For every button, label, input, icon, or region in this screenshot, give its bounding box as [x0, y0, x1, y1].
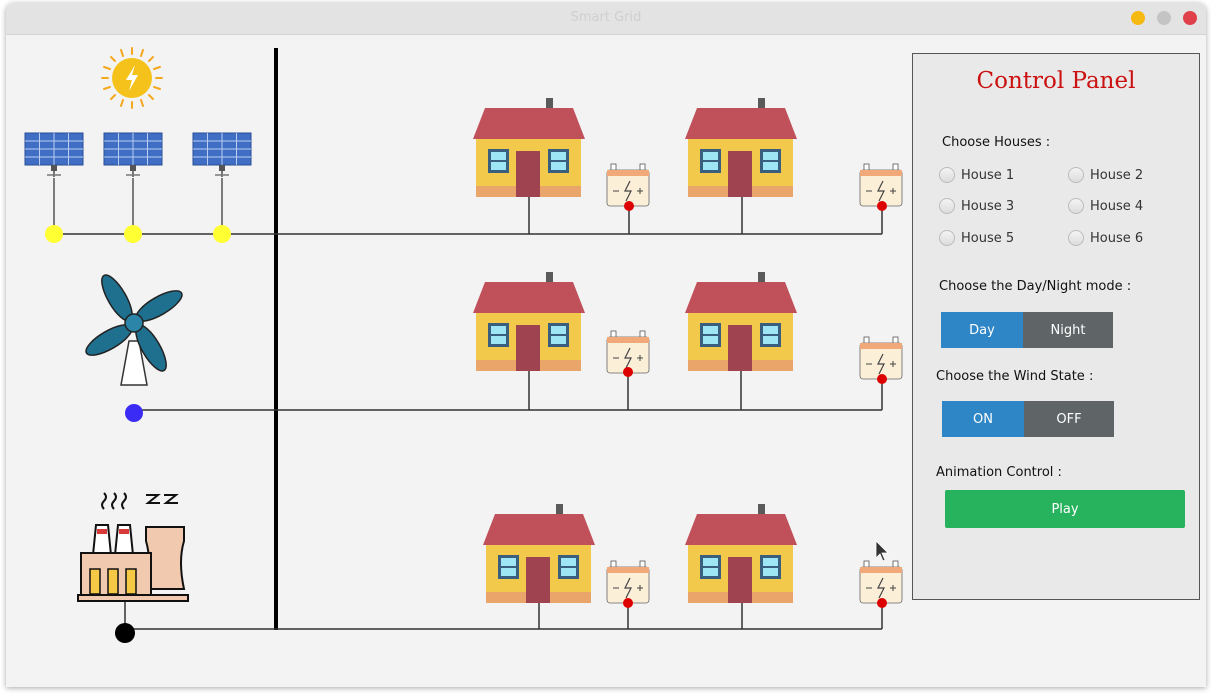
house-2-radio[interactable]: House 2 — [1068, 167, 1143, 183]
house-icon — [483, 504, 595, 603]
wind-state-label: Choose the Wind State : — [936, 369, 1094, 384]
sun-icon — [101, 47, 163, 109]
play-button[interactable]: Play — [945, 490, 1185, 528]
wind-toggle: ON OFF — [942, 401, 1114, 437]
solar-node — [213, 225, 231, 243]
solar-node — [45, 225, 63, 243]
house-icon — [685, 504, 797, 603]
night-button[interactable]: Night — [1023, 312, 1113, 348]
house-5-radio[interactable]: House 5 — [939, 230, 1014, 246]
house-6-radio[interactable]: House 6 — [1068, 230, 1143, 246]
wind-on-button[interactable]: ON — [942, 401, 1024, 437]
day-button[interactable]: Day — [941, 312, 1023, 348]
house-icon — [473, 98, 585, 197]
battery-node — [877, 201, 887, 211]
day-night-label: Choose the Day/Night mode : — [939, 279, 1132, 294]
power-plant-icon — [77, 492, 189, 602]
house-icon — [685, 98, 797, 197]
battery-node — [877, 374, 887, 384]
battery-node — [877, 598, 887, 608]
battery-icon — [859, 336, 903, 380]
battery-node — [624, 201, 634, 211]
radio-circle[interactable] — [939, 230, 955, 246]
day-night-toggle: Day Night — [941, 312, 1113, 348]
panel-title: Control Panel — [976, 68, 1136, 94]
battery-icon — [606, 330, 650, 374]
battery-icon — [606, 560, 650, 604]
wind-node — [125, 404, 143, 422]
radio-circle[interactable] — [939, 198, 955, 214]
house-3-radio[interactable]: House 3 — [939, 198, 1014, 214]
solar-node — [124, 225, 142, 243]
app-window: Smart Grid Control Panel Choose Houses:… — [6, 3, 1206, 687]
radio-circle[interactable] — [1068, 167, 1084, 183]
radio-circle[interactable] — [1068, 230, 1084, 246]
house-4-radio[interactable]: House 4 — [1068, 198, 1143, 214]
battery-icon — [606, 163, 650, 207]
battery-node — [623, 598, 633, 608]
choose-houses-label: Choose Houses : — [942, 135, 1051, 150]
control-panel: Control Panel Choose Houses : House 1 Ho… — [912, 53, 1200, 600]
mouse-cursor-icon — [875, 540, 889, 562]
house-icon — [685, 272, 797, 371]
house-icon — [473, 272, 585, 371]
solar-panel-icon — [103, 132, 163, 178]
radio-circle[interactable] — [939, 167, 955, 183]
battery-icon — [859, 163, 903, 207]
solar-panel-icon — [24, 132, 84, 178]
battery-icon — [859, 560, 903, 604]
wind-off-button[interactable]: OFF — [1024, 401, 1114, 437]
solar-panel-icon — [192, 132, 252, 178]
battery-node — [623, 367, 633, 377]
wind-turbine-icon — [85, 274, 183, 386]
animation-control-label: Animation Control : — [936, 465, 1062, 480]
house-1-radio[interactable]: House 1 — [939, 167, 1014, 183]
power-plant-node — [115, 623, 135, 643]
radio-circle[interactable] — [1068, 198, 1084, 214]
